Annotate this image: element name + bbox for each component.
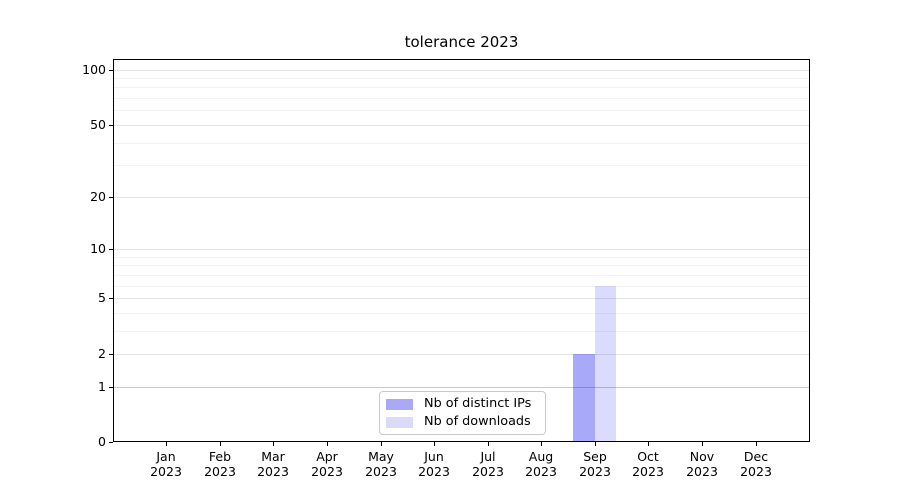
gridline-minor: [113, 257, 810, 258]
x-tickmark: [541, 442, 542, 446]
x-tick-year: 2023: [686, 464, 718, 479]
bar-nb-of-downloads: [594, 285, 617, 442]
y-tickmark: [109, 70, 113, 71]
x-tick-month: Jul: [480, 449, 496, 464]
x-tick-label-apr: Apr 2023: [299, 449, 355, 479]
x-tick-month: Mar: [261, 449, 285, 464]
y-tickmark: [109, 387, 113, 388]
x-tickmark: [434, 442, 435, 446]
x-tick-year: 2023: [418, 464, 450, 479]
gridline-minor: [113, 87, 810, 88]
x-tick-month: May: [368, 449, 394, 464]
legend-entry: Nb of distinct IPs: [386, 397, 545, 411]
x-tick-year: 2023: [472, 464, 504, 479]
x-tick-label-aug: Aug 2023: [513, 449, 569, 479]
gridline-major: [113, 197, 810, 198]
x-tick-year: 2023: [257, 464, 289, 479]
y-tickmark: [109, 125, 113, 126]
bar-nb-of-distinct-ips: [573, 354, 595, 442]
x-tickmark: [166, 442, 167, 446]
x-tick-label-dec: Dec 2023: [728, 449, 784, 479]
gridline-minor: [113, 331, 810, 332]
x-tickmark: [756, 442, 757, 446]
legend-label: Nb of distinct IPs: [424, 396, 532, 411]
x-tickmark: [702, 442, 703, 446]
x-tick-month: Nov: [689, 449, 715, 464]
x-tick-year: 2023: [579, 464, 611, 479]
gridline-minor: [113, 275, 810, 276]
y-tickmark: [109, 298, 113, 299]
gridline-minor: [113, 165, 810, 166]
x-tickmark: [488, 442, 489, 446]
x-tick-month: Apr: [316, 449, 338, 464]
x-tickmark: [595, 442, 596, 446]
x-tick-month: Dec: [743, 449, 769, 464]
x-tick-month: Aug: [528, 449, 554, 464]
plot-area: [113, 59, 810, 442]
x-tick-label-jul: Jul 2023: [460, 449, 516, 479]
x-tick-month: Feb: [208, 449, 232, 464]
x-tick-label-mar: Mar 2023: [245, 449, 301, 479]
x-tick-year: 2023: [204, 464, 236, 479]
gridline-minor: [113, 265, 810, 266]
x-tick-year: 2023: [632, 464, 664, 479]
y-tickmark: [109, 249, 113, 250]
y-tick-label: 1: [98, 379, 106, 394]
y-tick-label: 20: [90, 189, 106, 204]
y-tickmark: [109, 197, 113, 198]
y-tick-label: 5: [98, 290, 106, 305]
x-tick-label-oct: Oct 2023: [620, 449, 676, 479]
gridline-emphasis: [113, 387, 810, 388]
x-tick-label-may: May 2023: [353, 449, 409, 479]
gridline-minor: [113, 286, 810, 287]
x-tick-label-sep: Sep 2023: [567, 449, 623, 479]
x-tick-month: Jan: [156, 449, 176, 464]
x-tick-year: 2023: [740, 464, 772, 479]
chart-title: tolerance 2023: [404, 33, 519, 51]
gridline-major: [113, 249, 810, 250]
x-tick-label-nov: Nov 2023: [674, 449, 730, 479]
y-tickmark: [109, 354, 113, 355]
legend-swatch-nb-of-distinct-ips: [386, 398, 413, 410]
x-tick-month: Sep: [583, 449, 607, 464]
gridline-minor: [113, 78, 810, 79]
y-tickmark: [109, 442, 113, 443]
x-tick-label-jun: Jun 2023: [406, 449, 462, 479]
x-tick-year: 2023: [525, 464, 557, 479]
chart-figure: tolerance 2023 0 1 2 5 10 20 50 100 Jan 2023 Feb 2…: [0, 0, 900, 500]
x-tickmark: [220, 442, 221, 446]
gridline-major: [113, 70, 810, 71]
y-tick-label: 0: [98, 434, 106, 449]
x-tick-year: 2023: [150, 464, 182, 479]
x-tick-month: Oct: [637, 449, 659, 464]
gridline-minor: [113, 143, 810, 144]
x-tick-year: 2023: [311, 464, 343, 479]
gridline-minor: [113, 98, 810, 99]
x-tick-year: 2023: [365, 464, 397, 479]
y-tick-label: 10: [90, 241, 106, 256]
y-tick-label: 100: [82, 62, 106, 77]
x-tickmark: [648, 442, 649, 446]
y-tick-label: 50: [90, 117, 106, 132]
x-tickmark: [381, 442, 382, 446]
legend-swatch-nb-of-downloads: [386, 416, 413, 428]
legend: Nb of distinct IPs Nb of downloads: [379, 391, 546, 435]
gridline-major: [113, 125, 810, 126]
y-tick-label: 2: [98, 346, 106, 361]
gridline-major: [113, 298, 810, 299]
legend-entry: Nb of downloads: [386, 415, 545, 429]
gridline-minor: [113, 313, 810, 314]
x-tick-month: Jun: [424, 449, 444, 464]
gridline-major: [113, 354, 810, 355]
legend-label: Nb of downloads: [424, 414, 531, 429]
x-tickmark: [273, 442, 274, 446]
x-tick-label-feb: Feb 2023: [192, 449, 248, 479]
x-tickmark: [327, 442, 328, 446]
x-tick-label-jan: Jan 2023: [138, 449, 194, 479]
gridline-minor: [113, 110, 810, 111]
